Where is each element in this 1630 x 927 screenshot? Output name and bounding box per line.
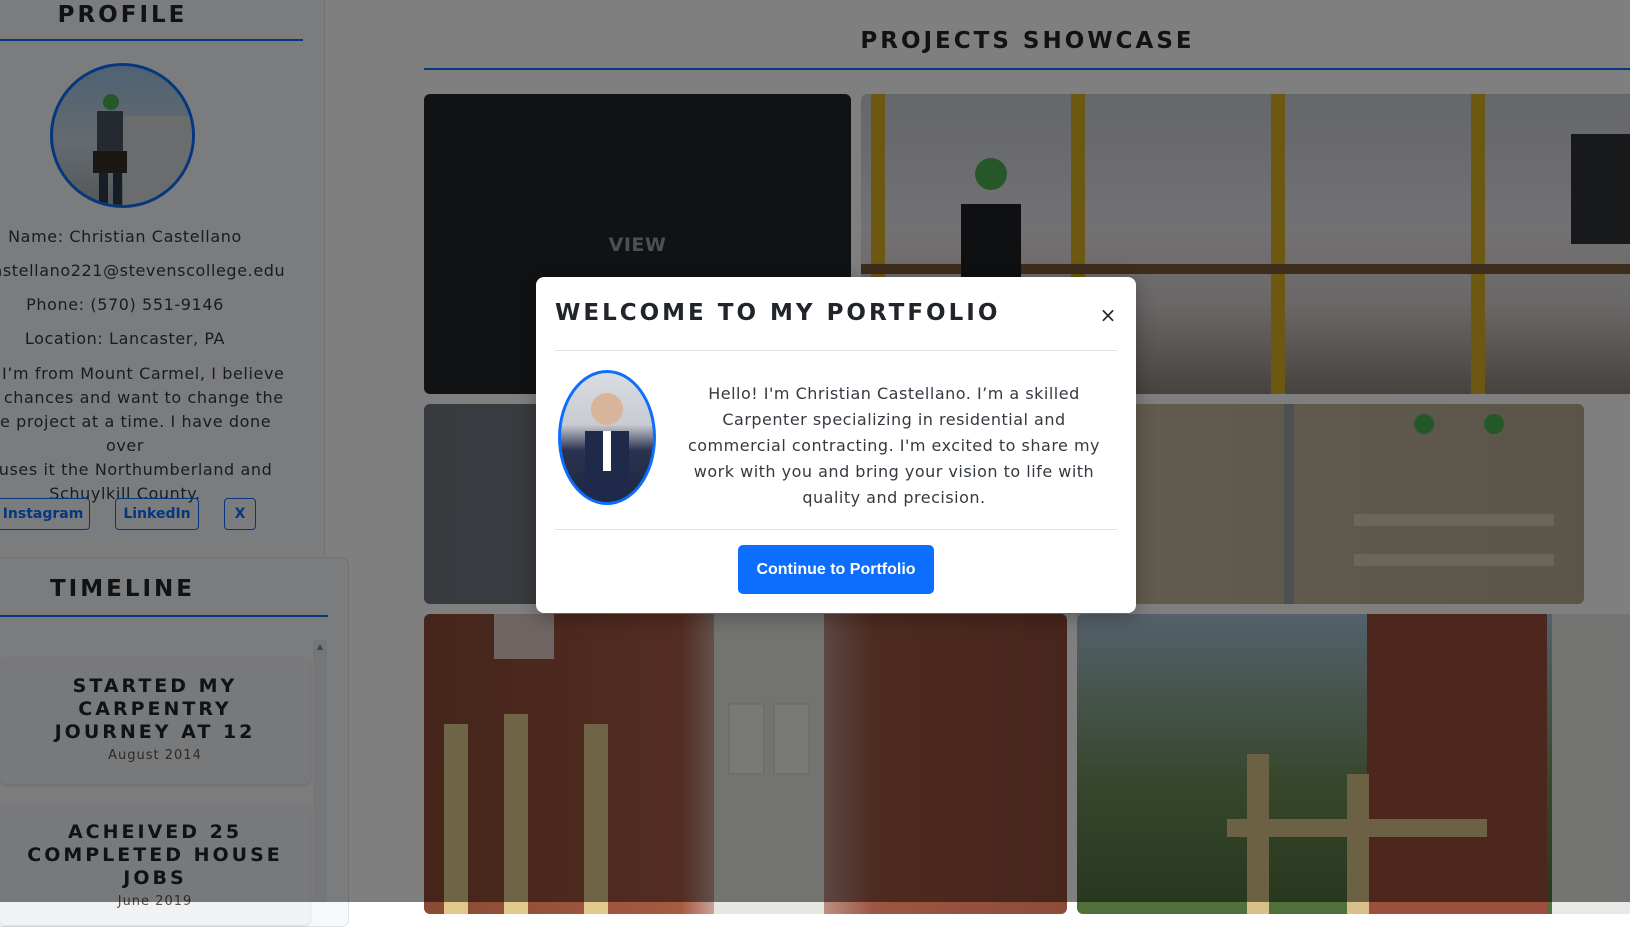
close-icon[interactable]: × xyxy=(1096,303,1120,327)
welcome-modal: WELCOME TO MY PORTFOLIO × Hello! I'm Chr… xyxy=(536,277,1136,613)
continue-to-portfolio-button[interactable]: Continue to Portfolio xyxy=(738,545,934,594)
modal-avatar xyxy=(558,370,656,505)
modal-title: WELCOME TO MY PORTFOLIO xyxy=(555,300,1001,326)
modal-intro-text: Hello! I'm Christian Castellano. I’m a s… xyxy=(687,384,1101,507)
modal-footer-divider xyxy=(555,529,1117,530)
modal-header-divider xyxy=(555,350,1117,351)
